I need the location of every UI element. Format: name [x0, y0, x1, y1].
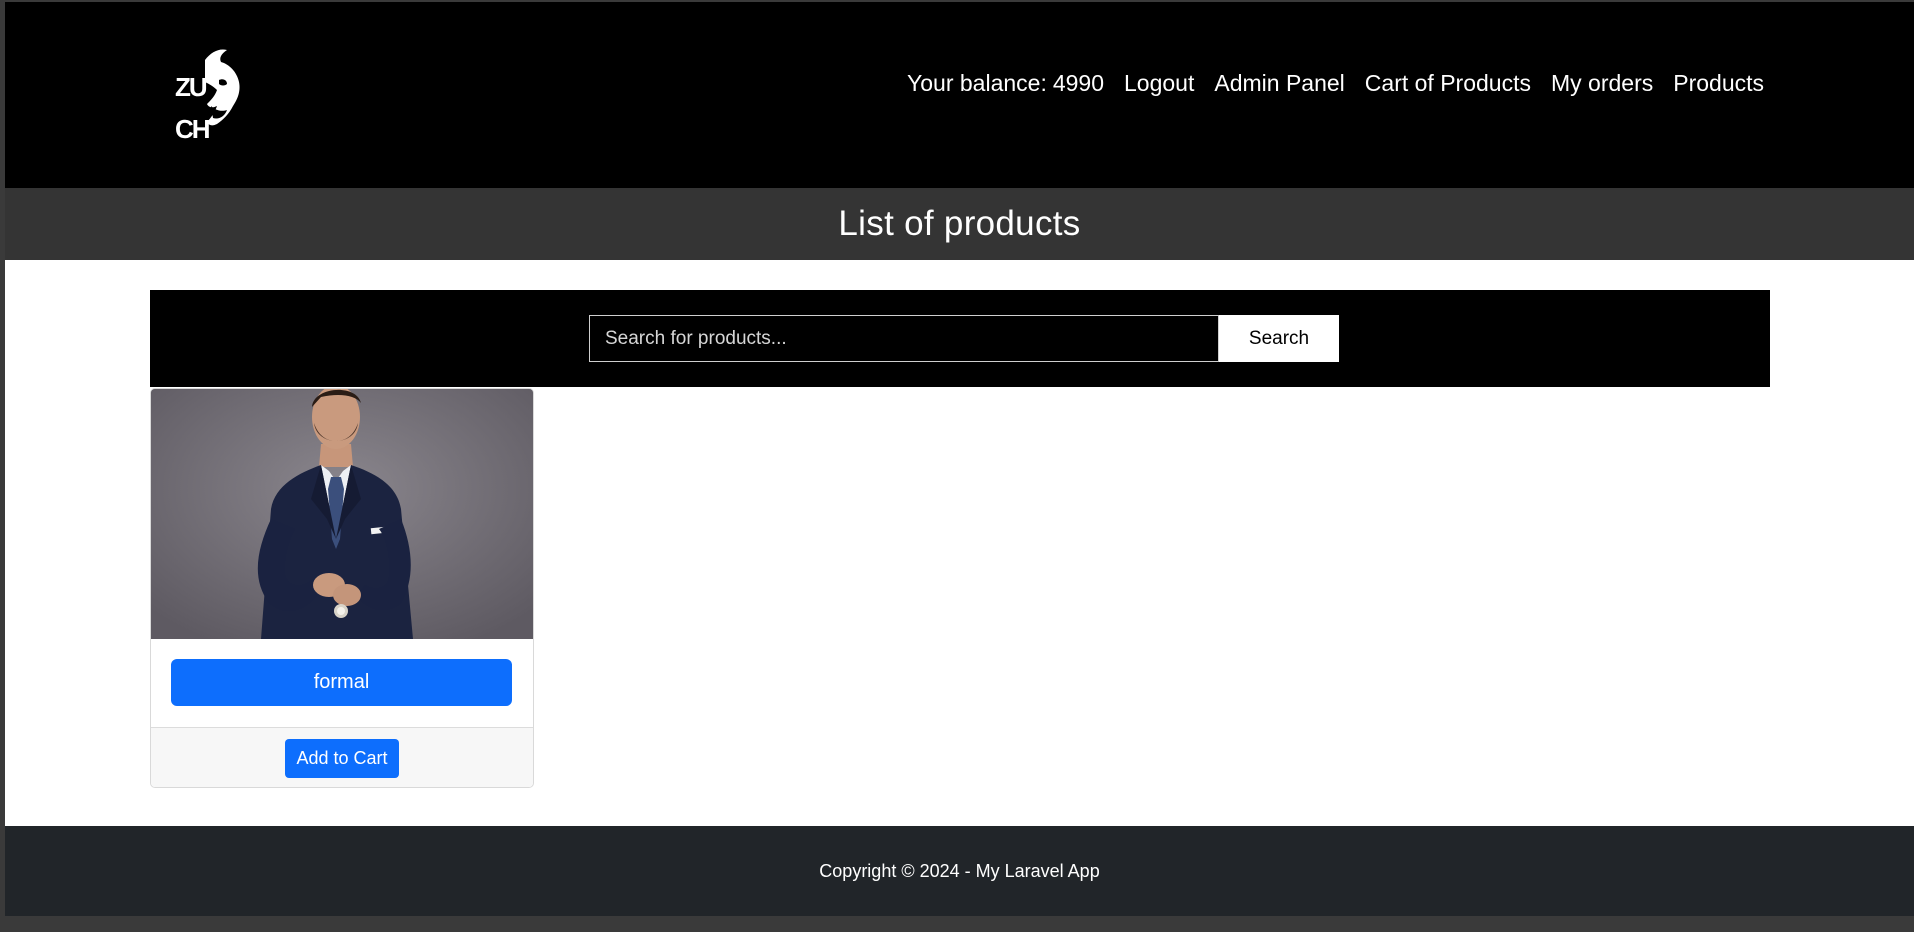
nav-cart-link[interactable]: Cart of Products [1365, 70, 1531, 97]
search-form: Search [589, 315, 1339, 362]
page-title-band: List of products [5, 188, 1914, 260]
copyright-text: Copyright © 2024 - My Laravel App [819, 861, 1100, 881]
svg-text:CH: CH [175, 114, 210, 144]
search-button[interactable]: Search [1219, 315, 1339, 362]
search-section: Search [150, 290, 1770, 387]
nav-admin-panel-link[interactable]: Admin Panel [1214, 70, 1344, 97]
product-body: formal [151, 639, 533, 728]
svg-text:ZU: ZU [175, 72, 207, 102]
product-card-footer: Add to Cart [151, 728, 533, 787]
product-name-badge[interactable]: formal [171, 659, 512, 706]
browser-viewport: ZU CH Your balance: 4990 Logout Admin Pa… [5, 2, 1914, 916]
nav-products-link[interactable]: Products [1673, 70, 1764, 97]
product-card: formal Add to Cart [150, 388, 534, 788]
man-in-formal-suit-photo[interactable] [151, 389, 533, 639]
balance-value: 4990 [1052, 70, 1105, 96]
zuch-bull-logo-icon[interactable]: ZU CH [167, 46, 247, 146]
nav-logout-link[interactable]: Logout [1124, 70, 1194, 97]
add-to-cart-button[interactable]: Add to Cart [285, 738, 399, 778]
main-nav: Your balance: 4990 Logout Admin Panel Ca… [907, 70, 1764, 97]
balance-display: Your balance: 4990 [907, 70, 1104, 97]
top-navbar: ZU CH Your balance: 4990 Logout Admin Pa… [5, 2, 1914, 188]
balance-label: Your balance: [907, 70, 1047, 96]
page-title: List of products [838, 204, 1081, 243]
search-input[interactable] [589, 315, 1219, 362]
nav-my-orders-link[interactable]: My orders [1551, 70, 1653, 97]
page-footer: Copyright © 2024 - My Laravel App [5, 826, 1914, 916]
